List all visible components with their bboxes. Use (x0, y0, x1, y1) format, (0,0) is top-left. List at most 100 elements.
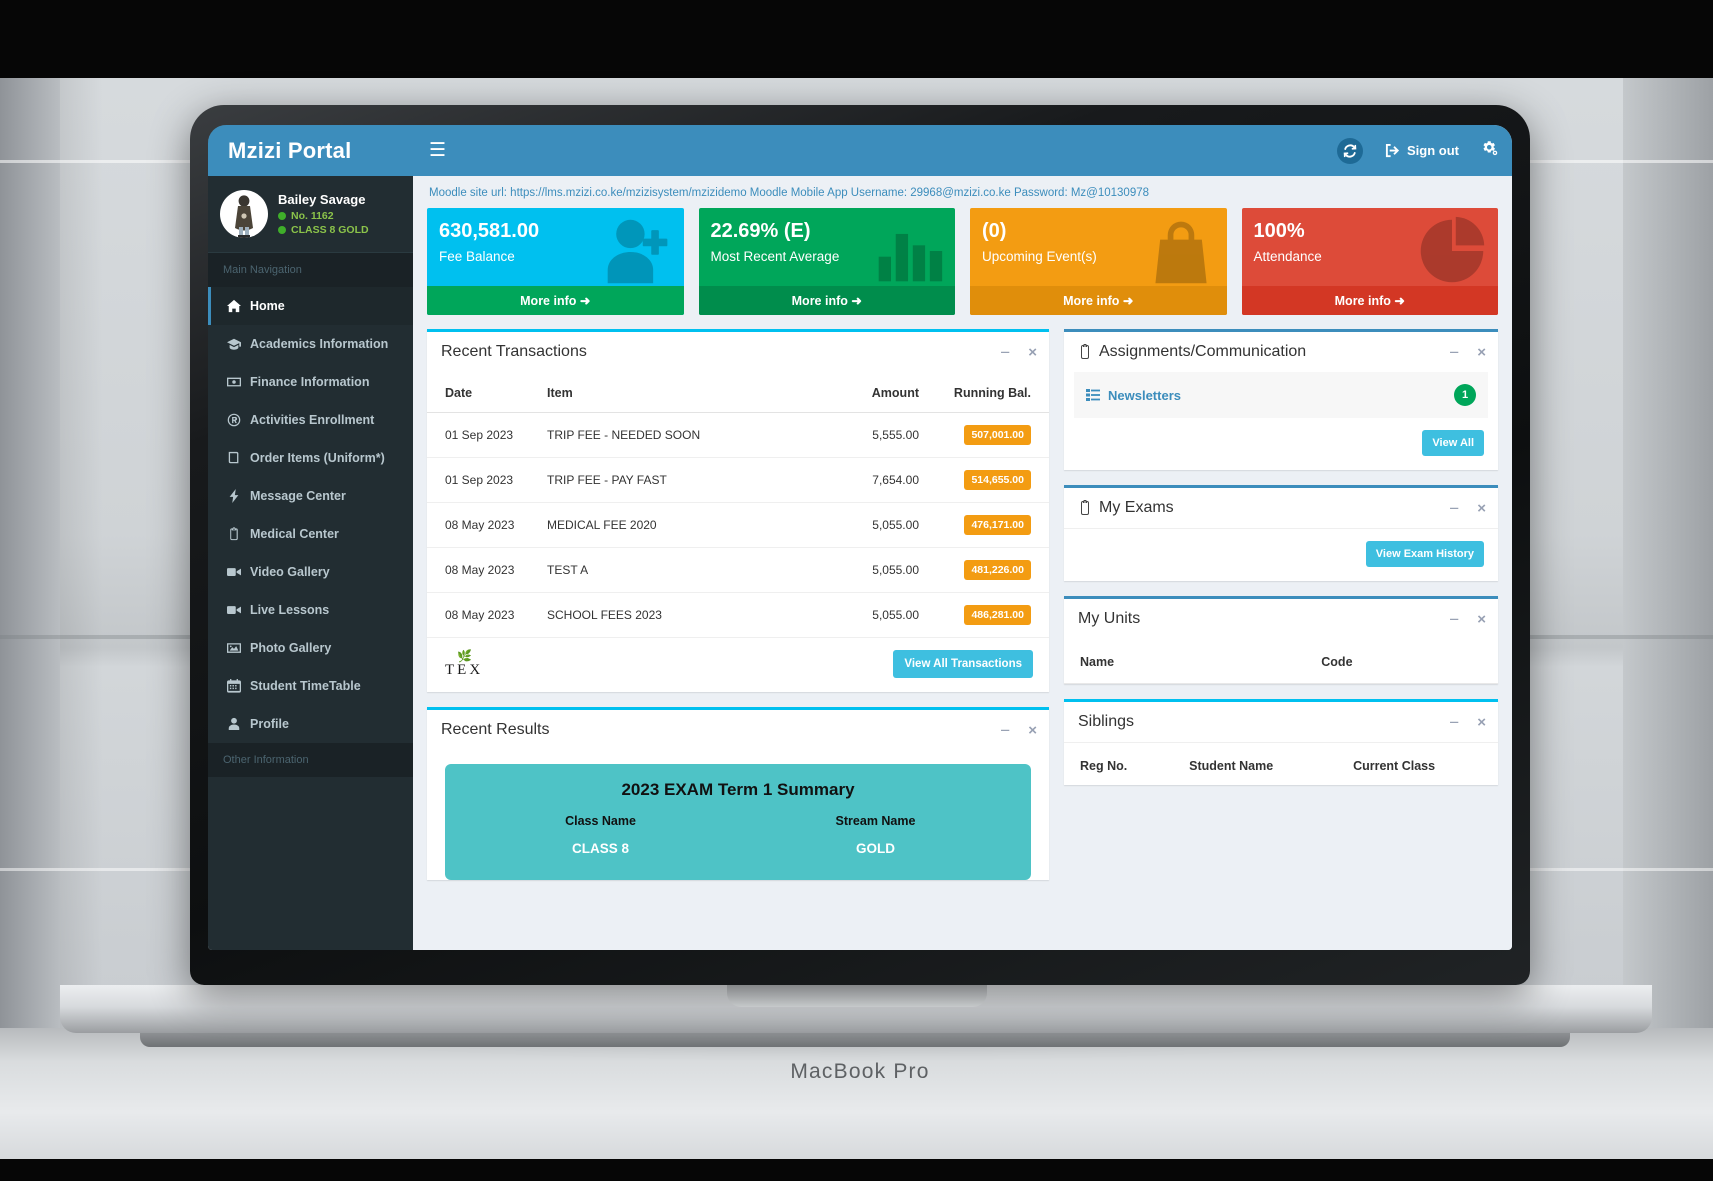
panels-layout: Recent Transactions − × Date Item Amount… (427, 329, 1498, 895)
col-reg-no: Reg No. (1080, 759, 1128, 773)
stat-box-fee-balance: 630,581.00 Fee Balance More info ➜ (427, 208, 684, 315)
exam-summary-col-header: Class Name (565, 814, 636, 828)
sidebar-item-live-lessons[interactable]: Live Lessons (208, 591, 413, 629)
sidebar-item-home[interactable]: Home (208, 287, 413, 325)
running-balance-badge: 514,655.00 (964, 470, 1031, 490)
table-row: 01 Sep 2023 TRIP FEE - PAY FAST 7,654.00 51… (427, 457, 1049, 503)
col-current-class: Current Class (1353, 759, 1436, 773)
wall-panel-left (0, 78, 60, 1028)
calendar-icon (226, 679, 241, 693)
cell-item: TRIP FEE - NEEDED SOON (537, 412, 809, 458)
home-icon (226, 299, 241, 313)
view-exam-history-button[interactable]: View Exam History (1365, 541, 1484, 567)
sidebar-item-video-gallery[interactable]: Video Gallery (208, 553, 413, 591)
siblings-table: Reg No. Student Name Current Class (1064, 743, 1498, 785)
units-table: Name Code (1064, 639, 1498, 684)
close-icon[interactable]: × (1477, 715, 1486, 730)
money-icon (226, 375, 241, 389)
sidebar-item-student-timetable[interactable]: Student TimeTable (208, 667, 413, 705)
exam-summary-col-header: Stream Name (835, 814, 916, 828)
sign-out-button[interactable]: Sign out (1385, 143, 1459, 158)
video-camera-icon (226, 603, 241, 617)
video-camera-icon (226, 565, 241, 579)
sidebar-item-label: Order Items (Uniform*) (250, 451, 385, 465)
running-balance-badge: 481,226.00 (964, 560, 1031, 580)
sidebar-item-profile[interactable]: Profile (208, 705, 413, 743)
brand-logo[interactable]: Mzizi Portal (208, 125, 413, 176)
close-icon[interactable]: × (1028, 723, 1037, 738)
sidebar-item-finance-information[interactable]: Finance Information (208, 363, 413, 401)
sidebar-item-message-center[interactable]: Message Center (208, 477, 413, 515)
newsletters-link[interactable]: Newsletters (1086, 388, 1181, 403)
stat-body: 22.69% (E) Most Recent Average (699, 208, 956, 286)
cell-amount: 5,055.00 (809, 502, 929, 548)
close-icon[interactable]: × (1477, 501, 1486, 516)
transactions-table: Date Item Amount Running Bal. 01 Sep 202… (427, 372, 1049, 638)
minimize-icon[interactable]: − (1449, 344, 1459, 361)
sidebar: Mzizi Portal Bailey Savage No. 1162 CLAS… (208, 125, 413, 950)
minimize-icon[interactable]: − (1449, 500, 1459, 517)
close-icon[interactable]: × (1477, 612, 1486, 627)
stat-body: (0) Upcoming Event(s) (970, 208, 1227, 286)
view-all-button[interactable]: View All (1422, 430, 1484, 456)
my-exams-title: My Exams (1078, 499, 1174, 517)
col-unit-code: Code (1321, 639, 1498, 684)
gears-icon[interactable] (1481, 140, 1498, 162)
assignments-box: Assignments/Communication − × Newsletter… (1064, 329, 1498, 470)
sidebar-item-academics-information[interactable]: Academics Information (208, 325, 413, 363)
letterbox-bottom (0, 1159, 1713, 1181)
cell-balance: 486,281.00 (929, 592, 1049, 638)
col-unit-name: Name (1064, 639, 1322, 684)
newsletters-row[interactable]: Newsletters 1 (1074, 372, 1488, 418)
avatar-illustration-icon (235, 195, 253, 238)
table-row: 08 May 2023 SCHOOL FEES 2023 5,055.00 486,2… (427, 592, 1049, 638)
user-panel[interactable]: Bailey Savage No. 1162 CLASS 8 GOLD (208, 176, 413, 253)
sidebar-item-photo-gallery[interactable]: Photo Gallery (208, 629, 413, 667)
user-class-label: CLASS 8 GOLD (291, 223, 369, 236)
sidebar-item-activities-enrollment[interactable]: Activities Enrollment (208, 401, 413, 439)
tex-watermark-logo: 🌿 TEX (445, 650, 483, 678)
close-icon[interactable]: × (1028, 345, 1037, 360)
sidebar-item-label: Home (250, 299, 285, 313)
minimize-icon[interactable]: − (1449, 611, 1459, 628)
laptop-base-notch (726, 985, 987, 1007)
sidebar-item-order-items-uniform[interactable]: Order Items (Uniform*) (208, 439, 413, 477)
exam-summary-column: Stream Name GOLD (738, 814, 1013, 856)
stat-box-most-recent-average: 22.69% (E) Most Recent Average More info ➜ (698, 208, 956, 315)
cell-amount: 7,654.00 (809, 457, 929, 503)
shopping-bag-icon (1145, 215, 1217, 292)
view-all-transactions-button[interactable]: View All Transactions (893, 650, 1033, 678)
sidebar-item-label: Photo Gallery (250, 641, 332, 655)
sidebar-item-medical-center[interactable]: Medical Center (208, 515, 413, 553)
stat-boxes-row: 630,581.00 Fee Balance More info ➜ 22.69% (… (427, 208, 1498, 315)
cell-date: 01 Sep 2023 (427, 412, 537, 458)
moodle-notice: Moodle site url: https://lms.mzizi.co.ke… (429, 187, 1150, 199)
assignments-footer: View All (1064, 418, 1498, 470)
stat-more-info-label: More info (520, 294, 577, 308)
recent-transactions-box: Recent Transactions − × Date Item Amount… (427, 329, 1049, 692)
cell-date: 08 May 2023 (427, 547, 537, 593)
minimize-icon[interactable]: − (1449, 714, 1459, 731)
refresh-icon[interactable] (1337, 137, 1363, 164)
list-alt-icon (1086, 389, 1100, 401)
sidebar-section-main: Main Navigation (208, 253, 413, 287)
cell-balance: 514,655.00 (929, 457, 1049, 503)
stat-body: 630,581.00 Fee Balance (427, 208, 684, 286)
col-balance: Running Bal. (929, 372, 1049, 413)
cell-balance: 481,226.00 (929, 547, 1049, 593)
sidebar-nav-list: Home Academics Information Finance Informa… (208, 287, 413, 743)
running-balance-badge: 476,171.00 (964, 515, 1031, 535)
minimize-icon[interactable]: − (1000, 722, 1010, 739)
close-icon[interactable]: × (1477, 345, 1486, 360)
book-icon (226, 451, 241, 465)
minimize-icon[interactable]: − (1000, 344, 1010, 361)
cell-item: TRIP FEE - PAY FAST (537, 457, 809, 503)
assignments-header: Assignments/Communication − × (1064, 332, 1498, 372)
table-header-row: Name Code (1064, 639, 1498, 684)
sidebar-item-label: Activities Enrollment (250, 413, 375, 427)
recent-results-title: Recent Results (441, 721, 550, 738)
hamburger-icon[interactable]: ☰ (429, 141, 446, 160)
sidebar-item-label: Medical Center (250, 527, 339, 541)
my-exams-box: My Exams − × View Exam History (1064, 485, 1498, 581)
stat-box-attendance: 100% Attendance More info ➜ (1241, 208, 1498, 315)
